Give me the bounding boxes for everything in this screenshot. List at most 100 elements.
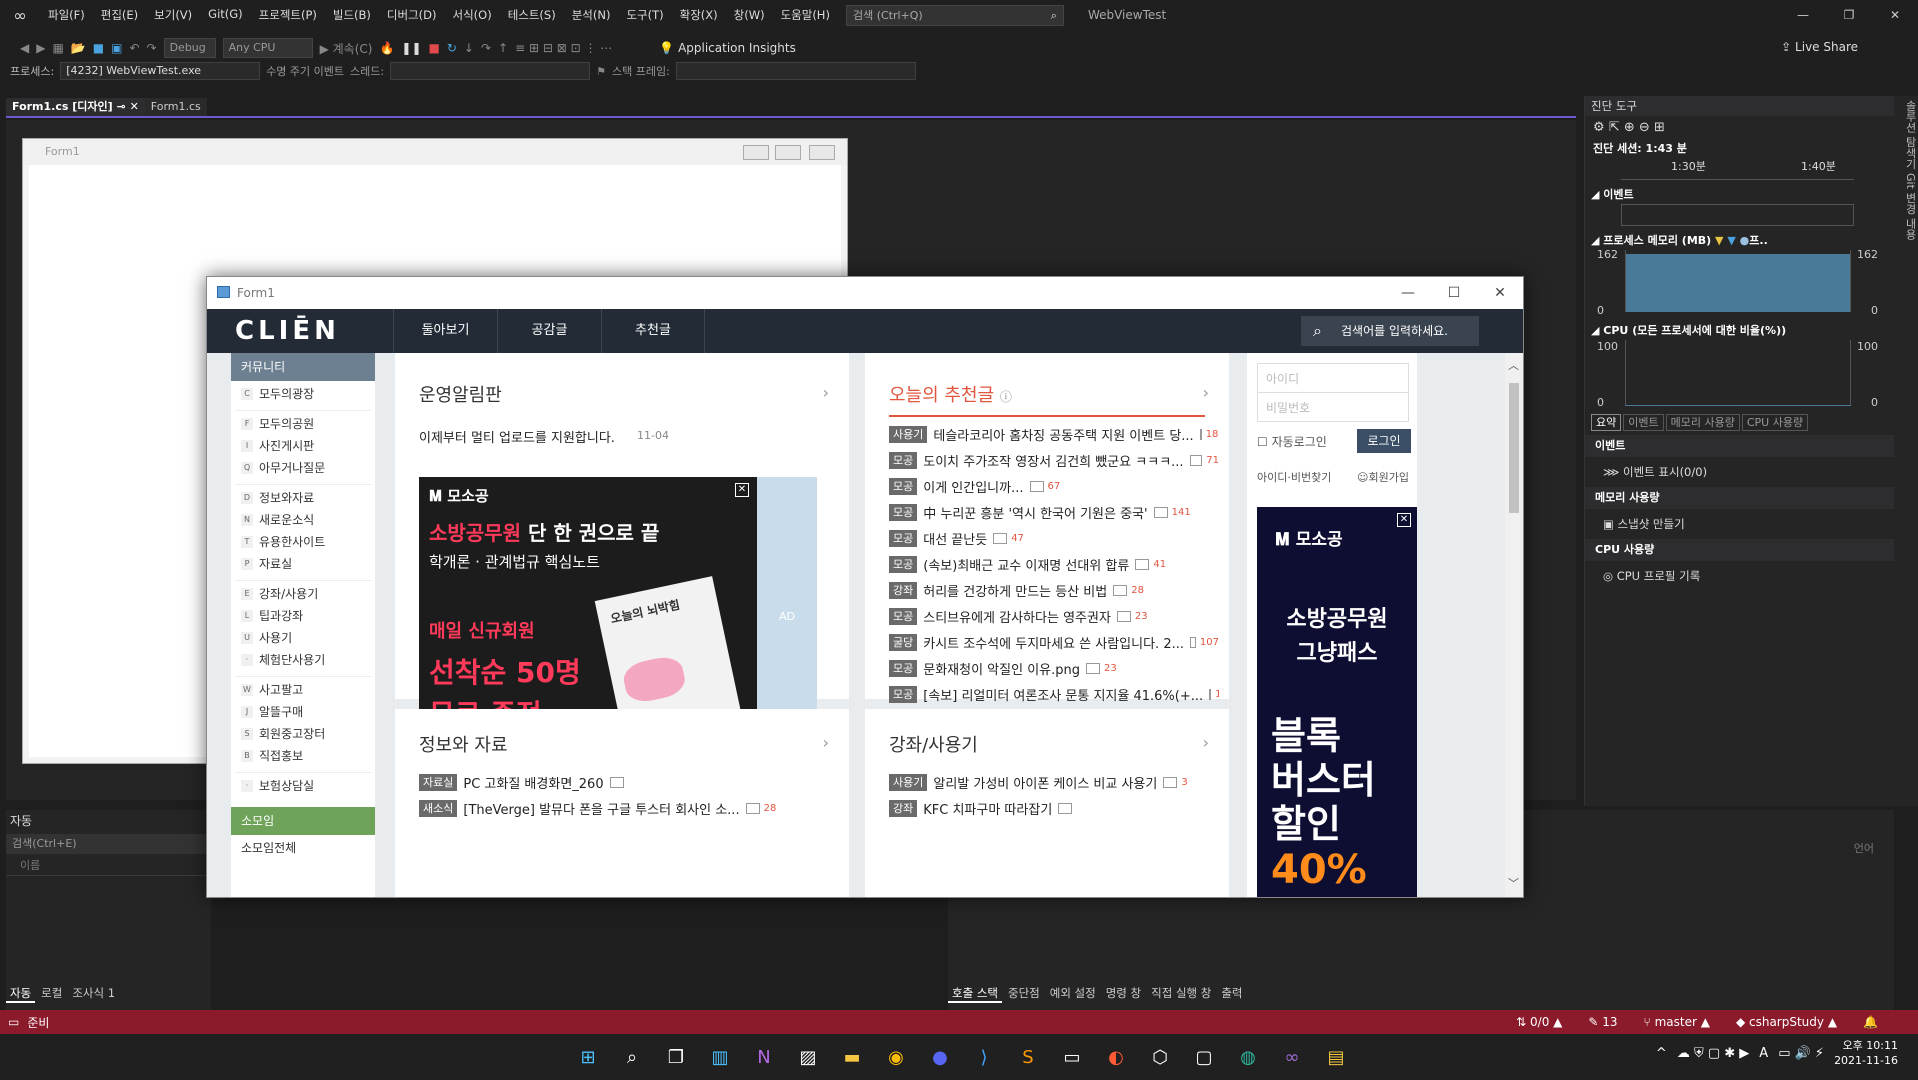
- community-item[interactable]: D 정보와자료: [231, 487, 375, 509]
- step-over-icon[interactable]: ↷: [481, 41, 491, 55]
- ime-icon[interactable]: A: [1759, 1046, 1768, 1061]
- close-button[interactable]: ✕: [1872, 0, 1918, 30]
- tab-form1-cs[interactable]: Form1.cs: [144, 98, 207, 116]
- chrome-icon[interactable]: ◉: [878, 1038, 914, 1076]
- ad-close-icon[interactable]: ✕: [1397, 513, 1411, 527]
- diag-tab[interactable]: CPU 사용량: [1741, 414, 1809, 431]
- menu-item[interactable]: 테스트(S): [500, 7, 564, 23]
- reset-zoom-icon[interactable]: ⊞: [1654, 120, 1665, 135]
- board-tag[interactable]: 모공: [889, 477, 918, 495]
- process-select[interactable]: [4232] WebViewTest.exe: [60, 62, 261, 80]
- diag-tab[interactable]: 이벤트: [1623, 414, 1664, 431]
- community-item[interactable]: Q 아무거나질문: [231, 457, 375, 479]
- save-all-icon[interactable]: ▣: [111, 41, 122, 55]
- network-icon[interactable]: ▭ 🔊 ⚡: [1778, 1046, 1824, 1061]
- nav-sympathy[interactable]: 공감글: [497, 309, 601, 353]
- community-item[interactable]: · 보험상담실: [231, 775, 375, 797]
- clien-logo[interactable]: CLIĒN: [207, 316, 393, 346]
- autos-search-input[interactable]: 검색(Ctrl+E): [6, 834, 211, 854]
- new-project-icon[interactable]: ▦: [52, 41, 63, 55]
- community-item[interactable]: J 알뜰구매: [231, 701, 375, 723]
- community-item[interactable]: P 자료실: [231, 553, 375, 575]
- board-tag[interactable]: 모공: [889, 555, 918, 573]
- join-link[interactable]: ☺회원가입: [1357, 469, 1409, 485]
- events-track[interactable]: [1621, 204, 1854, 226]
- file-explorer-icon[interactable]: ▬: [834, 1038, 870, 1076]
- terminal-icon[interactable]: ▭: [1054, 1038, 1090, 1076]
- scroll-down-icon[interactable]: ﹀: [1508, 875, 1519, 891]
- post-row[interactable]: 사용기 알리발 가성비 아이폰 케이스 비교 사용기 3: [889, 769, 1219, 795]
- community-item[interactable]: I 사진게시판: [231, 435, 375, 457]
- start-icon[interactable]: ⊞: [570, 1038, 606, 1076]
- post-row[interactable]: 강좌 KFC 치파구마 따라잡기: [889, 795, 1219, 821]
- diag-tab[interactable]: 요약: [1591, 414, 1622, 431]
- unity-icon[interactable]: ⬡: [1142, 1038, 1178, 1076]
- paint-icon[interactable]: ▤: [1318, 1038, 1354, 1076]
- id-input[interactable]: 아이디: [1257, 363, 1409, 393]
- post-title[interactable]: 알리발 가성비 아이폰 케이스 비교 사용기: [933, 773, 1157, 792]
- minimize-button[interactable]: —: [1780, 0, 1826, 30]
- form1-maximize-button[interactable]: ☐: [1431, 277, 1477, 309]
- post-title[interactable]: (속보)최배근 교수 이재명 선대위 합류: [923, 555, 1129, 574]
- post-row[interactable]: 사용기 테슬라코리아 홈차징 공동주택 지원 이벤트 당... 185: [889, 421, 1219, 447]
- post-row[interactable]: 모공 이게 인간입니까... 67: [889, 473, 1219, 499]
- board-tag[interactable]: 새소식: [419, 799, 458, 817]
- open-icon[interactable]: 📂: [71, 41, 86, 55]
- info-icon[interactable]: ⓘ: [1000, 390, 1012, 404]
- task-view-icon[interactable]: ❐: [658, 1038, 694, 1076]
- take-snapshot-button[interactable]: ▣ 스냅샷 만들기: [1585, 509, 1894, 539]
- post-title[interactable]: 中 누리꾼 흥분 '역시 한국어 기원은 중국': [923, 503, 1147, 522]
- stop-icon[interactable]: ■: [429, 41, 440, 55]
- scroll-thumb[interactable]: [1509, 383, 1519, 513]
- live-share-button[interactable]: ⇪ Live Share: [1781, 40, 1858, 54]
- community-item[interactable]: U 사용기: [231, 627, 375, 649]
- menu-item[interactable]: 빌드(B): [325, 7, 379, 23]
- show-events-link[interactable]: ⋙ 이벤트 표시(0/0): [1585, 457, 1894, 487]
- diag-tab[interactable]: 메모리 사용량: [1665, 414, 1740, 431]
- post-row[interactable]: 모공 [속보] 리얼미터 여론조사 문통 지지율 41.6%(+... 17: [889, 681, 1219, 707]
- post-title[interactable]: 문화재청이 악질인 이유.png: [923, 659, 1080, 678]
- post-row[interactable]: 굴당 카시트 조수석에 두지마세요 쓴 사람입니다. 2... 107: [889, 629, 1219, 655]
- post-title[interactable]: 도이치 주가조작 영장서 김건희 뺐군요 ㅋㅋㅋ...: [923, 451, 1183, 470]
- post-row[interactable]: 모공 대선 끝난듯 47: [889, 525, 1219, 551]
- forward-icon[interactable]: ▶: [36, 41, 45, 55]
- restore-button[interactable]: ❐: [1826, 0, 1872, 30]
- autos-tab[interactable]: 로컬: [37, 985, 66, 1003]
- edits-indicator[interactable]: ✎ 13: [1588, 1015, 1617, 1029]
- clien-search-input[interactable]: ⌕ 검색어를 입력하세요.: [1301, 316, 1479, 346]
- export-icon[interactable]: ⇱: [1609, 120, 1620, 135]
- platform-select[interactable]: Any CPU: [222, 38, 313, 58]
- widgets-icon[interactable]: ▥: [702, 1038, 738, 1076]
- post-row[interactable]: 모공 스티브유에게 감사하다는 영주권자 23: [889, 603, 1219, 629]
- callstack-tab[interactable]: 출력: [1217, 985, 1246, 1003]
- board-tag[interactable]: 사용기: [889, 425, 928, 443]
- autos-tab[interactable]: 자동: [6, 985, 36, 1003]
- callstack-tab[interactable]: 중단점: [1004, 985, 1044, 1003]
- menu-item[interactable]: 도구(T): [618, 7, 671, 23]
- ad-banner-2[interactable]: 𝐌 모소공 ✕ 소방공무원 그냥패스 블록 버스터 할인 40%: [1257, 507, 1417, 897]
- sublime-icon[interactable]: S: [1010, 1038, 1046, 1076]
- notice-title[interactable]: 운영알림판: [419, 381, 502, 407]
- undo-icon[interactable]: ↶: [129, 41, 139, 55]
- board-tag[interactable]: 강좌: [889, 799, 918, 817]
- menu-item[interactable]: 보기(V): [146, 7, 200, 23]
- somoim-header[interactable]: 소모임: [231, 807, 375, 835]
- board-tag[interactable]: 모공: [889, 529, 918, 547]
- post-title[interactable]: 이게 인간입니까...: [923, 477, 1023, 496]
- save-icon[interactable]: ■: [93, 41, 104, 55]
- hot-reload-icon[interactable]: 🔥: [379, 41, 394, 55]
- menu-item[interactable]: Git(G): [200, 7, 251, 23]
- post-title[interactable]: KFC 치파구마 따라잡기: [923, 799, 1052, 818]
- repo-indicator[interactable]: ◆ csharpStudy ▲: [1736, 1015, 1837, 1029]
- redo-icon[interactable]: ↷: [147, 41, 157, 55]
- chevron-right-icon[interactable]: ›: [823, 733, 829, 752]
- notifications-icon[interactable]: 🔔: [1863, 1015, 1878, 1029]
- tray-chevron-icon[interactable]: ^: [1656, 1046, 1667, 1061]
- side-tool-strip[interactable]: 솔루션 탐색기 Git 변경 내용: [1894, 96, 1918, 806]
- stack-frame-select[interactable]: [675, 62, 916, 80]
- post-title[interactable]: [속보] 리얼미터 여론조사 문통 지지율 41.6%(+...: [923, 685, 1203, 704]
- flag-icon[interactable]: ⚑: [596, 65, 606, 78]
- community-item[interactable]: B 직접홍보: [231, 745, 375, 767]
- chevron-right-icon[interactable]: ›: [1203, 733, 1209, 752]
- form1-minimize-button[interactable]: —: [1385, 277, 1431, 309]
